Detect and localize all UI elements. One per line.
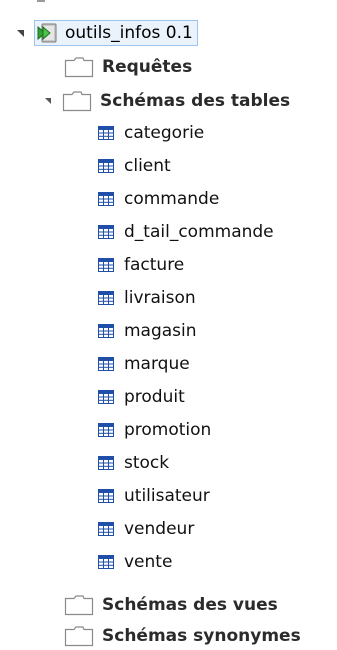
folder-schemas-des-tables[interactable]: Schémas des tables: [44, 86, 290, 116]
root-label: outils_infos 0.1: [65, 23, 193, 43]
folder-schemas-synonymes[interactable]: Schémas synonymes: [64, 621, 301, 650]
table-node-utilisateur[interactable]: utilisateur: [80, 481, 210, 511]
table-label: vente: [124, 552, 173, 572]
expand-toggle-icon[interactable]: [80, 225, 94, 239]
table-icon: [98, 456, 114, 470]
table-label: livraison: [124, 288, 196, 308]
table-node-vendeur[interactable]: vendeur: [80, 514, 194, 544]
table-icon: [98, 522, 114, 536]
table-label: promotion: [124, 420, 212, 440]
table-node-produit[interactable]: produit: [80, 382, 185, 412]
table-icon: [98, 192, 114, 206]
table-icon: [98, 423, 114, 437]
table-label: categorie: [124, 123, 205, 143]
table-label: client: [124, 156, 171, 176]
folder-label: Requêtes: [102, 57, 193, 77]
table-label: vendeur: [124, 519, 195, 539]
expand-toggle-icon[interactable]: [80, 423, 94, 437]
table-node-vente[interactable]: vente: [80, 547, 172, 577]
folder-label: Schémas des vues: [102, 595, 278, 615]
table-icon: [98, 555, 114, 569]
expand-toggle-icon[interactable]: [80, 489, 94, 503]
database-project-icon: [37, 23, 57, 43]
table-label: produit: [124, 387, 185, 407]
table-label: commande: [124, 189, 220, 209]
table-icon: [98, 291, 114, 305]
table-node-promotion[interactable]: promotion: [80, 415, 211, 445]
expand-toggle-icon[interactable]: [80, 324, 94, 338]
collapse-toggle-icon[interactable]: [16, 26, 30, 40]
table-icon: [98, 225, 114, 239]
tree-root-node[interactable]: outils_infos 0.1: [16, 18, 198, 48]
table-node-marque[interactable]: marque: [80, 349, 190, 379]
table-node-categorie[interactable]: categorie: [80, 118, 204, 148]
table-icon: [98, 258, 114, 272]
table-node-livraison[interactable]: livraison: [80, 283, 196, 313]
expand-toggle-icon[interactable]: [80, 357, 94, 371]
table-label: stock: [124, 453, 170, 473]
expand-toggle-icon[interactable]: [80, 159, 94, 173]
folder-icon: [64, 57, 94, 78]
table-icon: [98, 390, 114, 404]
expand-toggle-icon[interactable]: [80, 555, 94, 569]
folder-requetes[interactable]: Requêtes: [64, 52, 192, 82]
expand-toggle-icon[interactable]: [80, 456, 94, 470]
folder-icon: [62, 91, 92, 112]
table-icon: [98, 159, 114, 173]
table-icon: [98, 324, 114, 338]
table-node-d-tail-commande[interactable]: d_tail_commande: [80, 217, 274, 247]
table-node-stock[interactable]: stock: [80, 448, 169, 478]
scroll-edge-marker: [37, 0, 45, 2]
expand-toggle-icon[interactable]: [80, 258, 94, 272]
folder-schemas-des-vues[interactable]: Schémas des vues: [64, 590, 278, 620]
table-icon: [98, 489, 114, 503]
table-label: utilisateur: [124, 486, 210, 506]
table-node-facture[interactable]: facture: [80, 250, 184, 280]
folder-icon: [64, 595, 94, 616]
expand-toggle-icon[interactable]: [80, 126, 94, 140]
table-node-magasin[interactable]: magasin: [80, 316, 197, 346]
table-label: marque: [124, 354, 190, 374]
folder-icon: [64, 626, 94, 647]
table-label: magasin: [124, 321, 197, 341]
table-icon: [98, 126, 114, 140]
expand-toggle-icon[interactable]: [80, 192, 94, 206]
selected-node-highlight[interactable]: outils_infos 0.1: [34, 20, 198, 46]
table-node-commande[interactable]: commande: [80, 184, 219, 214]
folder-label: Schémas synonymes: [102, 626, 301, 646]
table-label: facture: [124, 255, 185, 275]
folder-label: Schémas des tables: [100, 91, 291, 111]
expand-toggle-icon[interactable]: [80, 522, 94, 536]
table-label: d_tail_commande: [124, 222, 274, 242]
expand-toggle-icon[interactable]: [80, 291, 94, 305]
expand-toggle-icon[interactable]: [80, 390, 94, 404]
table-node-client[interactable]: client: [80, 151, 171, 181]
collapse-toggle-icon[interactable]: [44, 94, 58, 108]
table-icon: [98, 357, 114, 371]
